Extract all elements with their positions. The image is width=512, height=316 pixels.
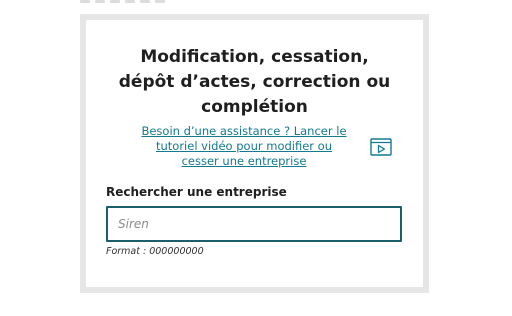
tutorial-video-link[interactable]: Besoin d’une assistance ? Lancer le tuto… <box>126 124 362 169</box>
assist-link-line: tutoriel vidéo pour modifier ou <box>155 139 333 153</box>
decoration-dash <box>80 0 90 3</box>
decoration-dash <box>155 0 165 3</box>
modification-card: Modification, cessation, dépôt d’actes, … <box>86 20 423 287</box>
assistance-row: Besoin d’une assistance ? Lancer le tuto… <box>126 124 416 169</box>
decoration-dash <box>140 0 150 3</box>
decoration-dash <box>110 0 120 3</box>
search-label: Rechercher une entreprise <box>106 185 287 199</box>
card-title-line: dépôt d’actes, correction ou <box>118 72 391 92</box>
siren-search-input[interactable] <box>106 206 402 242</box>
card-title-line: Modification, cessation, <box>140 47 369 67</box>
format-hint: Format : 000000000 <box>106 246 204 257</box>
decoration-dash <box>125 0 135 3</box>
card-title-line: complétion <box>201 97 308 117</box>
top-decoration <box>80 0 165 4</box>
assist-link-line: cesser une entreprise <box>181 154 307 168</box>
decoration-dash <box>95 0 105 3</box>
assist-link-line: Besoin d’une assistance ? Lancer le <box>141 124 347 138</box>
card-title: Modification, cessation, dépôt d’actes, … <box>86 45 423 120</box>
video-play-icon[interactable] <box>370 138 392 156</box>
card-frame: Modification, cessation, dépôt d’actes, … <box>80 14 429 293</box>
